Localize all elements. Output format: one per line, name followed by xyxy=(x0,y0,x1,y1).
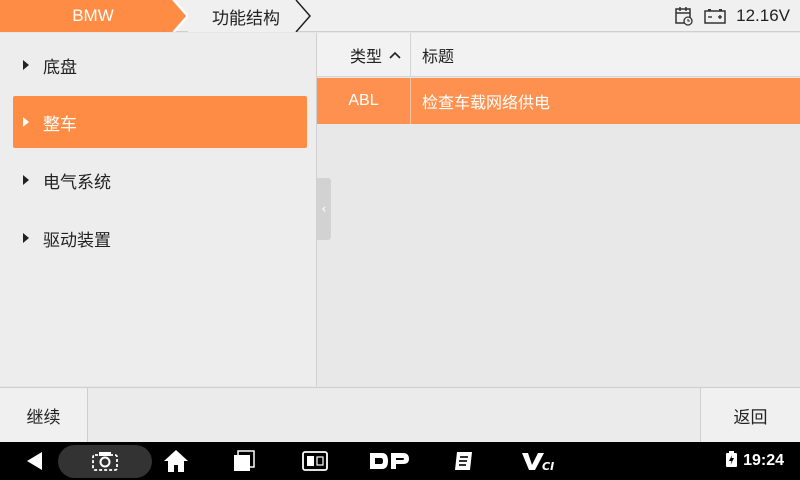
breadcrumb-function-structure[interactable]: 功能结构 xyxy=(186,0,306,32)
wifi-icon xyxy=(702,452,720,471)
system-status: 19:24 xyxy=(702,442,784,480)
top-bar: BMW 功能结构 12.16V xyxy=(0,0,800,32)
table-header: 类型 标题 xyxy=(317,33,800,77)
column-type-label: 类型 xyxy=(349,47,382,66)
column-header-title[interactable]: 标题 xyxy=(412,33,454,77)
table-row[interactable]: ABL 检查车载网络供电 xyxy=(317,78,800,124)
chevron-left-icon: ‹ xyxy=(321,201,327,217)
category-label: 驱动装置 xyxy=(43,230,111,251)
back-button[interactable]: 返回 xyxy=(700,388,800,443)
vci-card-icon[interactable] xyxy=(298,442,332,480)
function-category-list: 底盘 整车 电气系统 驱动装置 xyxy=(0,33,317,386)
category-label: 底盘 xyxy=(43,57,77,78)
screenshot-icon[interactable] xyxy=(88,442,122,480)
system-nav-bar: CI 19:24 xyxy=(0,442,800,480)
car-battery-icon xyxy=(704,8,726,24)
sort-ascending-icon xyxy=(388,50,402,60)
column-header-type[interactable]: 类型 xyxy=(317,33,411,77)
dp-icon[interactable] xyxy=(366,442,412,480)
action-bar: 继续 返回 xyxy=(0,387,800,443)
battery-icon xyxy=(726,451,738,471)
vehicle-status: 12.16V xyxy=(674,0,790,32)
category-item-chassis[interactable]: 底盘 xyxy=(13,39,307,91)
home-icon[interactable] xyxy=(160,442,192,480)
calendar-clock-icon[interactable] xyxy=(674,6,694,26)
expand-arrow-icon xyxy=(23,60,29,70)
category-item-electrical[interactable]: 电气系统 xyxy=(13,154,307,206)
back-icon[interactable] xyxy=(18,442,52,480)
row-type-cell: ABL xyxy=(317,78,411,124)
category-label: 整车 xyxy=(43,114,77,135)
category-label: 电气系统 xyxy=(43,172,111,193)
vci-icon[interactable]: CI xyxy=(518,442,560,480)
clock: 19:24 xyxy=(743,452,784,469)
breadcrumb-brand[interactable]: BMW xyxy=(0,0,186,32)
expand-arrow-icon xyxy=(23,175,29,185)
row-title-cell: 检查车载网络供电 xyxy=(422,93,551,112)
expand-arrow-icon xyxy=(23,233,29,243)
recents-icon[interactable] xyxy=(228,442,260,480)
expand-arrow-icon xyxy=(23,117,29,127)
svg-text:CI: CI xyxy=(542,460,554,472)
continue-button[interactable]: 继续 xyxy=(0,388,88,443)
collapse-panel-handle[interactable]: ‹ xyxy=(317,178,331,240)
category-item-vehicle[interactable]: 整车 xyxy=(13,96,307,148)
report-icon[interactable] xyxy=(450,442,480,480)
battery-voltage: 12.16V xyxy=(736,6,790,25)
function-table: 类型 标题 ABL 检查车载网络供电 xyxy=(317,33,800,386)
category-item-drivetrain[interactable]: 驱动装置 xyxy=(13,212,307,264)
